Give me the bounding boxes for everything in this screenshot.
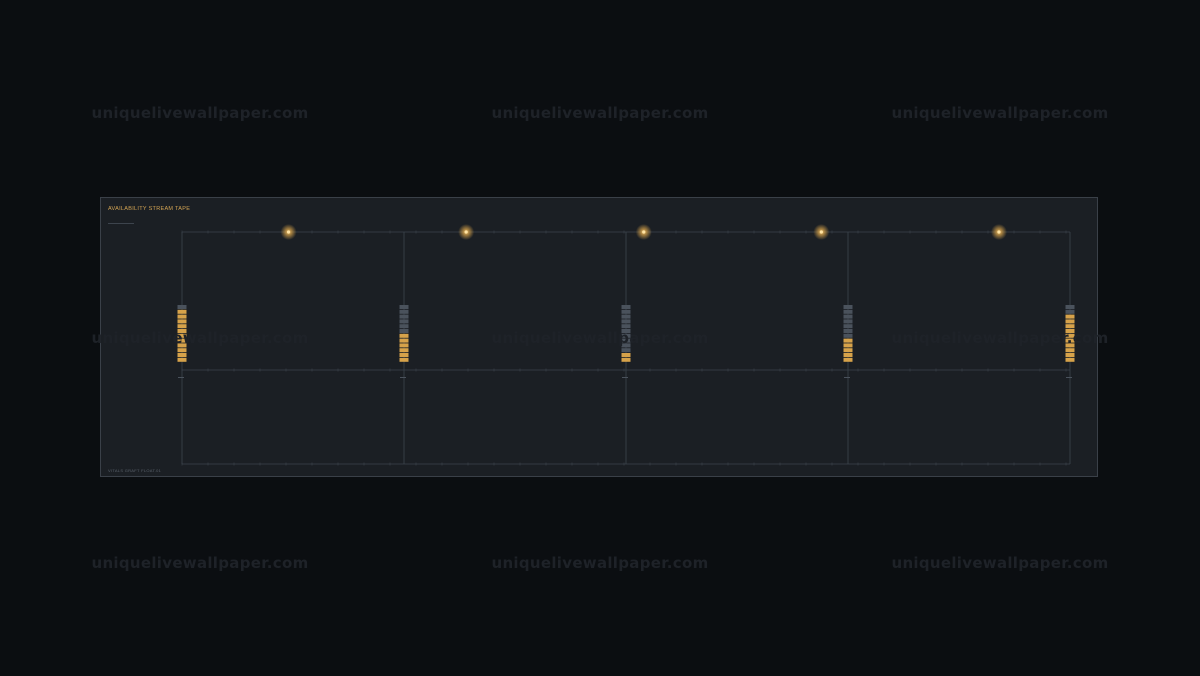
column-segment-empty bbox=[399, 319, 409, 324]
column-segment-filled bbox=[177, 353, 187, 357]
glow-marker bbox=[464, 230, 468, 234]
column-segment-empty bbox=[399, 309, 409, 314]
watermark-text: uniquelivewallpaper.com bbox=[891, 554, 1109, 572]
axis-tick-mark bbox=[400, 377, 406, 378]
column-segment-empty bbox=[177, 305, 187, 309]
column-segment-filled bbox=[177, 348, 187, 353]
column-segment-empty bbox=[621, 348, 631, 353]
column-segment-empty bbox=[621, 314, 631, 319]
column-segment-filled bbox=[1065, 357, 1075, 362]
glow-marker bbox=[819, 230, 823, 234]
watermark-text: uniquelivewallpaper.com bbox=[491, 104, 709, 122]
watermark-text: uniquelivewallpaper.com bbox=[491, 329, 709, 347]
axis-tick-mark bbox=[844, 377, 850, 378]
column-segment-filled bbox=[399, 333, 409, 338]
column-segment-filled bbox=[1065, 353, 1075, 357]
column-segment-empty bbox=[843, 319, 853, 324]
column-segment-filled bbox=[843, 338, 853, 343]
glow-marker bbox=[997, 230, 1001, 234]
column-segment-filled bbox=[177, 309, 187, 314]
glow-marker bbox=[286, 230, 291, 234]
column-segment-filled bbox=[1065, 319, 1075, 324]
column-segment-filled bbox=[399, 343, 409, 348]
column-segment-filled bbox=[399, 348, 409, 353]
column-segment-filled bbox=[843, 343, 853, 348]
axis-tick-mark bbox=[622, 377, 628, 378]
column-segment-filled bbox=[399, 357, 409, 362]
glow-marker bbox=[642, 230, 646, 234]
column-segment-filled bbox=[177, 357, 187, 362]
column-segment-filled bbox=[621, 353, 631, 357]
column-segment-empty bbox=[843, 305, 853, 309]
column-segment-empty bbox=[399, 329, 409, 333]
column-segment-empty bbox=[621, 324, 631, 329]
screen: uniquelivewallpaper.com uniquelivewallpa… bbox=[0, 0, 1200, 676]
column-segment-filled bbox=[843, 353, 853, 357]
column-segment-empty bbox=[843, 333, 853, 338]
watermark-text: uniquelivewallpaper.com bbox=[891, 329, 1109, 347]
column-segment-empty bbox=[843, 309, 853, 314]
column-segment-filled bbox=[1065, 324, 1075, 329]
column-segment-filled bbox=[1065, 348, 1075, 353]
column-segment-filled bbox=[843, 348, 853, 353]
panel-footer: VITALS GRAFT FLOAT.01 bbox=[108, 468, 162, 473]
column-segment-filled bbox=[399, 353, 409, 357]
watermark-text: uniquelivewallpaper.com bbox=[891, 104, 1109, 122]
column-segment-empty bbox=[621, 309, 631, 314]
column-segment-empty bbox=[1065, 305, 1075, 309]
column-segment-empty bbox=[843, 314, 853, 319]
column-segment-filled bbox=[177, 319, 187, 324]
axis-tick-mark bbox=[178, 377, 184, 378]
watermark-text: uniquelivewallpaper.com bbox=[91, 554, 309, 572]
column-segment-empty bbox=[621, 305, 631, 309]
column-segment-filled bbox=[177, 324, 187, 329]
column-segment-filled bbox=[843, 357, 853, 362]
column-segment-empty bbox=[1065, 309, 1075, 314]
column-segment-empty bbox=[843, 324, 853, 329]
column-segment-filled bbox=[1065, 314, 1075, 319]
column-segment-filled bbox=[399, 338, 409, 343]
column-segment-filled bbox=[177, 314, 187, 319]
grid-lines bbox=[181, 231, 1071, 465]
column-segment-empty bbox=[621, 319, 631, 324]
column-segment-empty bbox=[399, 314, 409, 319]
column-segment-empty bbox=[843, 329, 853, 333]
watermark-text: uniquelivewallpaper.com bbox=[491, 554, 709, 572]
axis-ticks bbox=[178, 230, 1072, 466]
watermark-text: uniquelivewallpaper.com bbox=[91, 329, 309, 347]
column-segment-filled bbox=[621, 357, 631, 362]
column-segment-empty bbox=[399, 324, 409, 329]
axis-tick-mark bbox=[1066, 377, 1072, 378]
watermark-text: uniquelivewallpaper.com bbox=[91, 104, 309, 122]
column-segment-empty bbox=[399, 305, 409, 309]
